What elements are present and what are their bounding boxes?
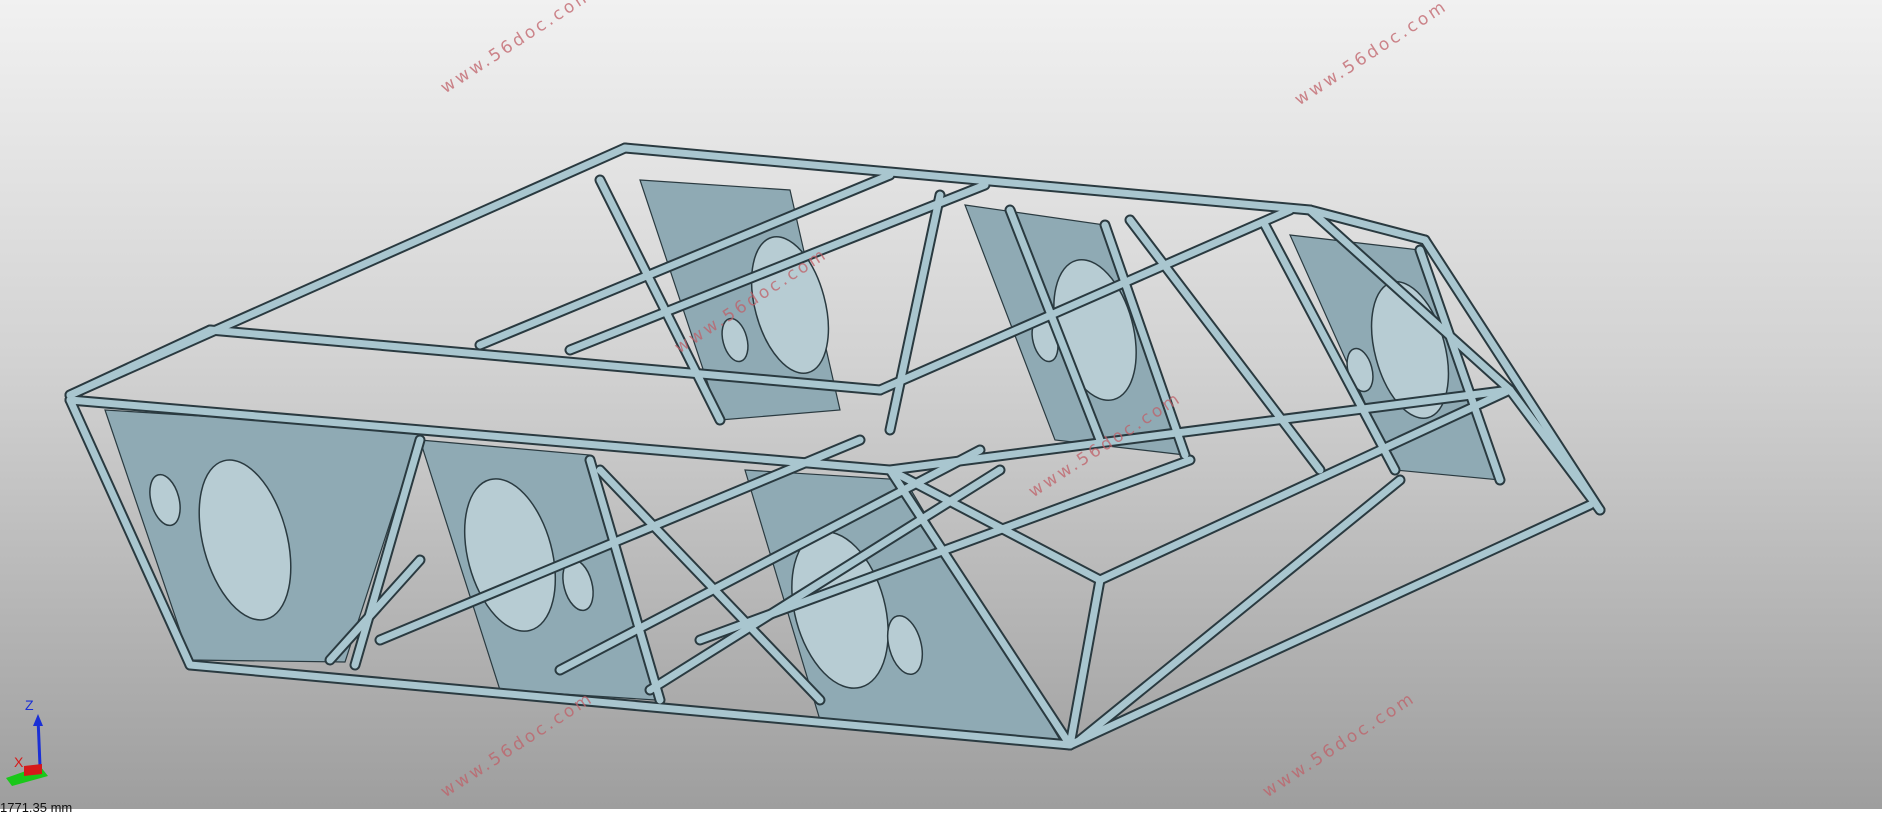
steel-frame-model[interactable] — [0, 0, 1882, 809]
x-axis-label: X — [14, 754, 24, 770]
z-axis-label: Z — [25, 697, 34, 713]
axis-triad-icon: Z X — [6, 697, 48, 786]
scale-readout: 1771.35 mm — [0, 800, 73, 815]
3d-viewport[interactable]: www.56doc.com www.56doc.com www.56doc.co… — [0, 0, 1882, 815]
